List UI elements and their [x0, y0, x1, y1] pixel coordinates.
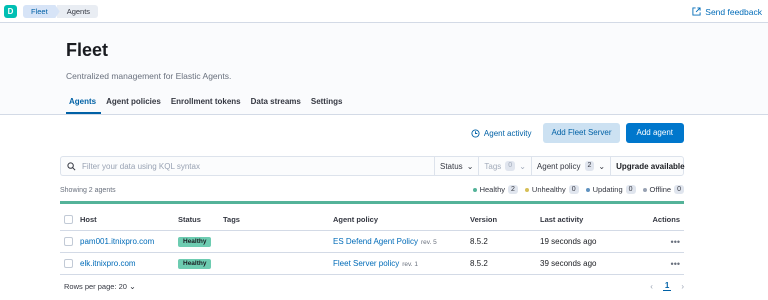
tags-filter-label: Tags [484, 161, 502, 171]
action-bar: Agent activity Add Fleet Server Add agen… [465, 123, 684, 143]
page-subtitle: Centralized management for Elastic Agent… [66, 71, 232, 81]
status-cell: Healthy [178, 231, 212, 253]
unhealthy-count: 0 [568, 185, 579, 194]
next-page-icon[interactable]: › [681, 282, 684, 291]
updating-dot-icon [585, 187, 590, 192]
unhealthy-dot-icon [524, 187, 529, 192]
policy-cell: ES Defend Agent Policy rev. 5 [333, 231, 437, 253]
health-distribution-bar [60, 201, 684, 204]
agent-activity-button[interactable]: Agent activity [465, 123, 538, 143]
updating-label: Updating [592, 185, 623, 194]
offline-label: Offline [649, 185, 672, 194]
policy-revision: rev. 1 [402, 261, 419, 268]
agent-activity-label: Agent activity [483, 128, 532, 138]
version-cell: 8.5.2 [470, 237, 488, 246]
chevron-down-icon: ⌄ [519, 161, 526, 171]
add-agent-button[interactable]: Add agent [625, 123, 684, 143]
chevron-down-icon: ⌄ [129, 282, 136, 291]
healthy-dot-icon [472, 187, 477, 192]
column-status[interactable]: Status [178, 209, 201, 231]
row-actions-icon[interactable]: ••• [671, 231, 680, 253]
rows-per-page-select[interactable]: Rows per page: 20 ⌄ [64, 282, 136, 291]
space-avatar[interactable]: D [4, 5, 17, 18]
host-link[interactable]: elk.itnixpro.com [80, 253, 136, 275]
page-title: Fleet [66, 40, 109, 60]
offline-summary: Offline 0 [642, 185, 684, 194]
last-activity-cell: 39 seconds ago [540, 259, 597, 268]
table-header-row: Host Status Tags Agent policy Version La… [60, 209, 684, 231]
updating-summary: Updating 0 [585, 185, 636, 194]
send-feedback-link[interactable]: Send feedback [692, 5, 762, 18]
last-activity-cell: 19 seconds ago [540, 237, 597, 246]
status-filter[interactable]: Status ⌄ [435, 157, 480, 175]
column-tags: Tags [223, 215, 240, 224]
status-filter-label: Status [440, 161, 463, 171]
agent-policy-filter-label: Agent policy [536, 161, 581, 171]
clock-icon [471, 128, 480, 138]
row-checkbox[interactable] [64, 237, 73, 246]
tab-enrollment-tokens[interactable]: Enrollment tokens [168, 97, 246, 114]
agent-policy-count-badge: 2 [584, 161, 595, 171]
page-header: Fleet Centralized management for Elastic… [0, 23, 768, 115]
offline-dot-icon [642, 187, 647, 192]
column-agent-policy[interactable]: Agent policy [333, 209, 378, 231]
status-cell: Healthy [178, 253, 212, 275]
pagination: ‹ 1 › [650, 281, 684, 291]
tab-agents[interactable]: Agents [66, 97, 102, 114]
tab-data-streams[interactable]: Data streams [248, 97, 306, 114]
breadcrumb-agents: Agents [56, 5, 99, 18]
healthy-summary: Healthy 2 [472, 185, 518, 194]
search-bar [60, 156, 434, 176]
column-host[interactable]: Host [80, 209, 97, 231]
top-bar: D Fleet Agents Send feedback [0, 0, 768, 23]
health-summary: Healthy 2 Unhealthy 0 Updating 0 Offline… [472, 185, 684, 194]
version-cell: 8.5.2 [470, 259, 488, 268]
offline-count: 0 [674, 185, 684, 194]
policy-link[interactable]: ES Defend Agent Policy [333, 237, 418, 246]
chevron-down-icon: ⌄ [598, 161, 606, 171]
tab-agent-policies[interactable]: Agent policies [103, 97, 166, 114]
rows-per-page-label: Rows per page: 20 [64, 282, 127, 291]
external-link-icon [692, 7, 701, 16]
breadcrumb: Fleet Agents [23, 5, 99, 18]
showing-count: Showing 2 agents [60, 187, 116, 194]
table-row: elk.itnixpro.com Healthy Fleet Server po… [60, 253, 684, 275]
add-fleet-server-button[interactable]: Add Fleet Server [543, 123, 620, 143]
breadcrumb-fleet[interactable]: Fleet [23, 5, 60, 18]
policy-revision: rev. 5 [420, 239, 437, 246]
updating-count: 0 [625, 185, 636, 194]
tags-filter[interactable]: Tags 0 ⌄ [479, 157, 532, 175]
current-page-button[interactable]: 1 [662, 281, 672, 291]
column-last-activity[interactable]: Last activity [540, 209, 583, 231]
policy-cell: Fleet Server policy rev. 1 [333, 253, 418, 275]
status-badge: Healthy [178, 259, 212, 269]
tab-bar: Agents Agent policies Enrollment tokens … [66, 97, 349, 114]
search-icon [67, 161, 76, 170]
agents-table: Host Status Tags Agent policy Version La… [60, 209, 684, 275]
tab-settings[interactable]: Settings [308, 97, 348, 114]
table-row: pam001.itnixpro.com Healthy ES Defend Ag… [60, 231, 684, 253]
policy-link[interactable]: Fleet Server policy [333, 259, 399, 268]
status-badge: Healthy [178, 237, 212, 247]
column-version[interactable]: Version [470, 209, 497, 231]
unhealthy-summary: Unhealthy 0 [524, 185, 579, 194]
kql-search-input[interactable] [82, 161, 422, 171]
host-link[interactable]: pam001.itnixpro.com [80, 231, 154, 253]
agent-policy-filter[interactable]: Agent policy 2 ⌄ [532, 157, 612, 175]
tags-count-badge: 0 [505, 161, 516, 171]
chevron-down-icon: ⌄ [466, 161, 474, 171]
unhealthy-label: Unhealthy [531, 185, 566, 194]
healthy-label: Healthy [479, 185, 506, 194]
row-actions-icon[interactable]: ••• [671, 253, 680, 275]
healthy-count: 2 [508, 185, 518, 194]
column-actions: Actions [652, 215, 680, 224]
row-checkbox[interactable] [64, 259, 73, 268]
select-all-checkbox[interactable] [64, 215, 73, 224]
send-feedback-label: Send feedback [705, 6, 762, 17]
prev-page-icon[interactable]: ‹ [650, 282, 653, 291]
upgrade-available-toggle[interactable]: Upgrade available [611, 157, 689, 175]
filter-group: Status ⌄ Tags 0 ⌄ Agent policy 2 ⌄ Upgra… [434, 156, 685, 176]
